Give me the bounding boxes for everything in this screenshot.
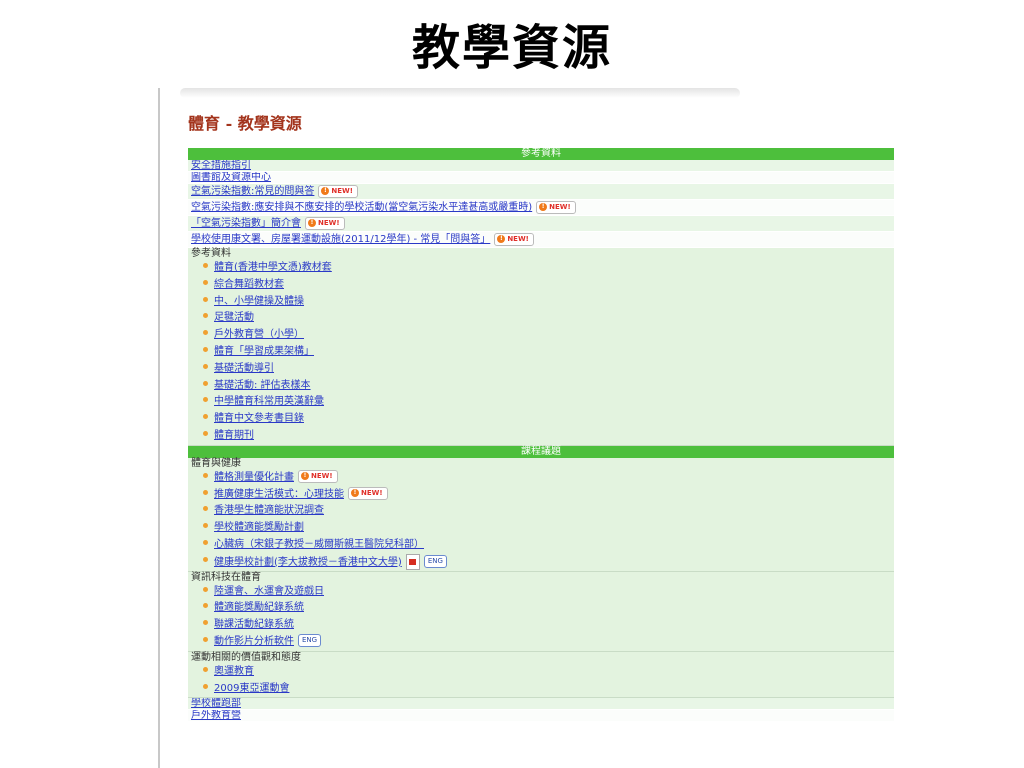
bullet-icon (203, 397, 208, 403)
top-link[interactable]: 學校使用康文署、房屋署運動設施(2011/12學年) - 常見「問與答」 (191, 234, 490, 245)
screenshot-border (158, 88, 160, 768)
list-item[interactable]: 香港學生體適能狀況調查 (188, 503, 894, 520)
list-item[interactable]: 中學體育科常用英漢辭彙 (188, 394, 894, 411)
bullet-icon (203, 683, 208, 689)
list-item[interactable]: 戶外教育營（小學） (188, 327, 894, 344)
list-item[interactable]: 推廣健康生活模式：心理技能! NEW! (188, 487, 894, 504)
new-badge-icon: ! (351, 489, 359, 498)
bullet-icon (203, 666, 208, 672)
bullet-icon (203, 489, 208, 495)
bullet-icon (203, 636, 208, 642)
bullet-icon (203, 346, 208, 352)
bullet-icon (203, 279, 208, 285)
list-item[interactable]: 奧運教育 (188, 664, 894, 681)
list-item[interactable]: 陸運會、水運會及遊戲日 (188, 584, 894, 601)
page-heading: 體育 - 教學資源 (188, 114, 302, 133)
new-badge: ! NEW! (305, 216, 345, 230)
list-item[interactable]: 2009東亞運動會 (188, 681, 894, 698)
bullet-icon (203, 472, 208, 478)
eng-badge[interactable]: ENG (298, 634, 322, 648)
bullet-icon (203, 296, 208, 302)
bullet-icon (203, 330, 208, 336)
top-link-row[interactable]: 圖書館及資源中心 (188, 172, 894, 184)
list-item[interactable]: 聯課活動紀錄系統 (188, 617, 894, 634)
list-item[interactable]: 動作影片分析軟件 ENG (188, 634, 894, 651)
section-bar-curriculum: 課程議題 (188, 445, 894, 458)
top-link-row[interactable]: 安全措施指引 (188, 160, 894, 172)
new-badge: ! NEW! (494, 232, 534, 246)
bullet-icon (203, 430, 208, 436)
top-link[interactable]: 空氣污染指數:常見的問與答 (191, 186, 314, 197)
resource-table: 參考資料 安全措施指引 圖書館及資源中心 空氣污染指數:常見的問與答! NEW! … (188, 148, 894, 723)
top-link[interactable]: 空氣污染指數:應安排與不應安排的學校活動(當空氣污染水平達甚高或嚴重時) (191, 202, 532, 213)
bullet-icon (203, 380, 208, 386)
section-bar-reference: 參考資料 (188, 148, 894, 160)
top-link-row[interactable]: 空氣污染指數:應安排與不應安排的學校活動(當空氣污染水平達甚高或嚴重時) ! NEW… (188, 200, 894, 216)
bullet-icon (203, 506, 208, 512)
webpage-screenshot: 體育 - 教學資源 參考資料 安全措施指引 圖書館及資源中心 空氣污染指數:常見… (158, 88, 894, 768)
group-title: 體育與健康 (191, 457, 241, 469)
list-item[interactable]: 體育「學習成果架構」 (188, 344, 894, 361)
bullet-icon (203, 363, 208, 369)
list-item[interactable]: 足毽活動 (188, 310, 894, 327)
pdf-icon[interactable] (405, 553, 420, 570)
list-item[interactable]: 健康學校計劃(李大拔教授－香港中文大學) ENG (188, 553, 894, 571)
bottom-link-row[interactable]: 學校體跑部 (188, 698, 894, 711)
bullet-icon (203, 263, 208, 268)
bullet-icon (203, 603, 208, 609)
new-badge-icon: ! (301, 472, 309, 481)
list-item[interactable]: 基礎活動: 評估表樣本 (188, 378, 894, 395)
top-link[interactable]: 圖書館及資源中心 (191, 172, 271, 183)
reference-group: 參考資料 體育(香港中學文憑)教材套 綜合舞蹈教材套 中、小學健操及體操 足毽活… (188, 248, 894, 446)
bullet-icon (203, 620, 208, 626)
new-badge: ! NEW! (348, 487, 388, 501)
bullet-icon (203, 313, 208, 319)
bullet-icon (203, 414, 208, 420)
bottom-link-row[interactable]: 戶外教育營 (188, 710, 894, 723)
eng-badge[interactable]: ENG (423, 555, 447, 569)
new-badge: ! NEW! (298, 470, 338, 484)
group-title: 參考資料 (191, 248, 231, 259)
top-link-row[interactable]: 空氣污染指數:常見的問與答 ! NEW! (188, 184, 894, 200)
values-group: 運動相關的價值觀和態度 奧運教育 2009東亞運動會 (188, 651, 894, 699)
bullet-icon (203, 586, 208, 592)
new-badge-icon: ! (308, 218, 316, 227)
list-item[interactable]: 綜合舞蹈教材套 (188, 277, 894, 294)
group-title: 資訊科技在體育 (191, 571, 261, 583)
top-link[interactable]: 「空氣污染指數」簡介會 (191, 218, 301, 229)
top-link-row[interactable]: 學校使用康文署、房屋署運動設施(2011/12學年) - 常見「問與答」 ! NEW… (188, 232, 894, 248)
new-badge: ! NEW! (318, 184, 358, 198)
list-item[interactable]: 體格測量優化計畫! NEW! (188, 470, 894, 487)
top-link[interactable]: 安全措施指引 (191, 160, 251, 171)
bullet-icon (203, 556, 208, 562)
list-item[interactable]: 體適能獎勵紀錄系統 (188, 600, 894, 617)
list-item[interactable]: 學校體適能獎勵計劃 (188, 520, 894, 537)
list-item[interactable]: 體育(香港中學文憑)教材套 (188, 260, 894, 277)
slide-title: 教學資源 (411, 20, 612, 76)
group-title: 運動相關的價值觀和態度 (191, 651, 301, 663)
it-group: 資訊科技在體育 陸運會、水運會及遊戲日 體適能獎勵紀錄系統 聯課活動紀錄系統 動… (188, 571, 894, 652)
bullet-icon (203, 523, 208, 529)
list-item[interactable]: 中、小學健操及體操 (188, 294, 894, 311)
new-badge-icon: ! (497, 234, 506, 243)
screenshot-shadow (180, 88, 740, 98)
health-group: 體育與健康 體格測量優化計畫! NEW! 推廣健康生活模式：心理技能! NEW! 香… (188, 457, 894, 572)
top-link-row[interactable]: 「空氣污染指數」簡介會 ! NEW! (188, 216, 894, 232)
list-item[interactable]: 心臟病（宋銀子教授－威爾斯親王醫院兒科部） (188, 537, 894, 554)
new-badge-icon: ! (539, 202, 548, 211)
list-item[interactable]: 基礎活動導引 (188, 361, 894, 378)
new-badge: ! NEW! (536, 200, 576, 214)
list-item[interactable]: 體育期刊 (188, 428, 894, 445)
bullet-icon (203, 539, 208, 545)
list-item[interactable]: 體育中文參考書目錄 (188, 411, 894, 428)
new-badge-icon: ! (321, 186, 330, 195)
